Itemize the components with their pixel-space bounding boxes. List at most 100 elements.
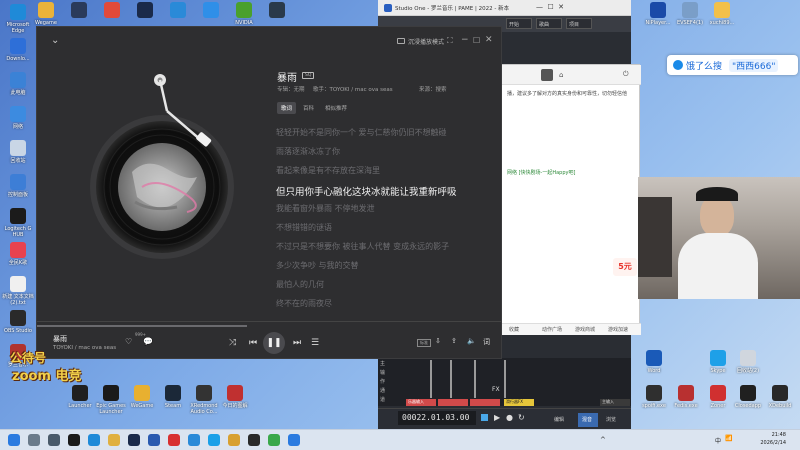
daw-edit-tab[interactable]: 编辑 [554,416,572,426]
restore-icon[interactable]: ☐ [473,36,480,45]
media-icon[interactable] [168,434,180,446]
now-playing-artist[interactable]: TOYOKI / mac ova seas [53,345,116,351]
edge-icon[interactable] [88,434,100,446]
lyric-line[interactable]: 看起来像是有不存放在深海里 [276,165,380,176]
power-icon[interactable]: ⏻ [623,70,629,79]
comment-icon[interactable]: 💬 [143,337,153,346]
desktop-icon-top-2[interactable] [94,2,130,20]
daw-browse-tab[interactable]: 浏览 [606,416,624,426]
lyric-line[interactable]: 最怕人的几何 [276,279,324,290]
clock-date[interactable]: 2026/2/14 [748,440,786,446]
gamepad-icon[interactable]: ⌂ [559,71,563,79]
studio-one-window-controls[interactable]: — ☐ ✕ [536,3,564,11]
player-tab-0[interactable]: 歌词 [277,102,297,114]
share-icon[interactable]: ⇪ [451,337,457,345]
desktop-icon-top-3[interactable] [127,2,163,20]
browser-footer-item[interactable]: 游戏加速 [608,326,628,333]
lyric-line[interactable]: 雨落逐渐冰冻了你 [276,146,340,157]
desktop-icon-right-5[interactable]: 回收站(2) [730,350,766,374]
download-icon[interactable]: ⇩ [435,337,441,345]
desktop-icon-right-3[interactable]: Word [636,350,672,374]
app-icon-4[interactable] [248,434,260,446]
playlist-icon[interactable]: ☰ [311,338,319,348]
app-icon-2[interactable] [208,434,220,446]
pause-button[interactable]: ❚❚ [263,332,285,354]
explorer-icon[interactable] [108,434,120,446]
desktop-icon-top-5[interactable] [193,2,229,20]
fader-3[interactable] [474,360,476,398]
like-heart-icon[interactable]: ♡ [125,337,132,346]
start-icon[interactable] [8,434,20,446]
shuffle-icon[interactable]: ⤨ [229,338,236,348]
lyric-line[interactable]: 多少次争吵 与我的交替 [276,260,359,271]
previous-icon[interactable]: ⏮ [249,338,257,348]
desktop-icon-left-9[interactable]: OBS Studio [0,310,36,334]
desktop-icon-right-2[interactable]: xuchi89... [704,2,740,26]
lyric-line[interactable]: 我能看窗外暴雨 不停地发泄 [276,203,375,214]
fader-2[interactable] [450,360,452,398]
app-icon-5[interactable] [268,434,280,446]
loop-button[interactable]: ↻ [518,413,525,422]
desktop-icon-right-0[interactable]: NiPlayer... [640,2,676,26]
qq-icon[interactable] [68,434,80,446]
lyric-line[interactable]: 但只用你手心融化这块冰就能让我重新呼吸 [276,184,457,198]
desktop-icon-left-6[interactable]: Logitech G HUB [0,208,36,238]
immersive-mode-button[interactable]: 沉浸播放模式 [408,37,444,46]
singer-label[interactable]: 歌手：TOYOKI / mac ova seas [313,85,393,93]
desktop-icon-top-4[interactable] [160,2,196,20]
desktop-icon-top-0[interactable]: Wegame [28,2,64,26]
browser-window[interactable]: ⌂ ⏻ 播，建议多了解对方的真实身份和可靠性，切勿轻信他 网络 [快快剧场-一起… [500,64,641,335]
slider-fx-button[interactable]: 滑行器FX [504,399,534,406]
app-icon-3[interactable] [228,434,240,446]
desktop-icon-left-1[interactable]: Downlo... [0,38,36,62]
fader-1[interactable] [430,360,432,398]
task-view-icon[interactable] [48,434,60,446]
volume-icon[interactable]: 🔈 [467,337,476,345]
desktop-icon-right-9[interactable]: Closedapp [730,385,766,409]
app-icon-6[interactable] [288,434,300,446]
clock-time[interactable]: 21:48 [756,432,786,438]
browser-footer-item[interactable]: 动作广场 [542,326,562,333]
play-button[interactable]: ▶ [494,413,500,422]
instrument-input-button[interactable]: 乐器输入 [406,399,436,406]
close-icon[interactable]: ✕ [485,35,493,45]
minimize-icon[interactable]: − [461,35,469,45]
collapse-chevron-icon[interactable]: ⌄ [51,35,59,46]
player-tab-2[interactable]: 相似推荐 [321,102,351,114]
fader-4[interactable] [504,360,506,398]
desktop-icon-left-7[interactable]: 全民K歌 [0,242,36,266]
music-player-window[interactable]: ⌄ 沉浸播放模式 ⛶ − ☐ ✕ 暴雨 SQ 专辑：无期 歌手：TOYOKI /… [36,26,502,359]
daw-start-tab[interactable]: 开始 [506,18,532,29]
desktop-icon-right-7[interactable]: Fedis.exe [668,385,704,409]
kugou-icon[interactable] [148,434,160,446]
daw-song-tab[interactable]: 歌曲 [536,18,562,29]
desktop-icon-left-8[interactable]: 新建 文本文档 (2).txt [0,276,36,306]
next-icon[interactable]: ⏭ [293,338,301,348]
playback-progress-bar[interactable] [37,325,247,327]
desktop-icon-left-4[interactable]: 回收站 [0,140,36,164]
red-channel-button[interactable] [438,399,468,406]
red-channel-button-2[interactable] [470,399,500,406]
desktop-icon-top-1[interactable] [61,2,97,20]
player-tab-1[interactable]: 百科 [299,102,318,114]
browser-snippet-2[interactable]: 网络 [快快剧场-一起Happy吧] [507,169,575,176]
record-button[interactable]: ● [506,413,513,422]
tray-language[interactable]: 中 [715,436,721,445]
lyric-line[interactable]: 终不在的雨夜尽 [276,298,332,309]
desktop-icon-right-10[interactable]: XDebuild [762,385,798,409]
lyrics-toggle-icon[interactable]: 词 [483,337,490,347]
desktop-icon-bottom-5[interactable]: 今日的图解 [217,385,253,409]
app-icon-1[interactable] [188,434,200,446]
desktop-icon-top-6[interactable]: NVIDIA [226,2,262,26]
browser-footer-item[interactable]: 收藏 [509,326,519,333]
lyric-line[interactable]: 轻轻开始不是同你一个 爱与仁慈你仍旧不想触碰 [276,127,447,138]
tray-chevron-icon[interactable]: ^ [600,436,606,444]
album-label[interactable]: 专辑：无期 [277,85,305,93]
desktop-icon-top-7[interactable] [259,2,295,20]
home-icon[interactable] [541,69,553,81]
fullscreen-icon[interactable]: ⛶ [447,36,453,46]
stop-button[interactable] [481,414,488,421]
lyric-line[interactable]: 不过只是不想要你 被往事人代替 变成永远的影子 [276,241,449,252]
browser-footer-item[interactable]: 游戏商城 [575,326,595,333]
search-widget[interactable]: 饿了么搜 "西西666" [667,55,798,75]
